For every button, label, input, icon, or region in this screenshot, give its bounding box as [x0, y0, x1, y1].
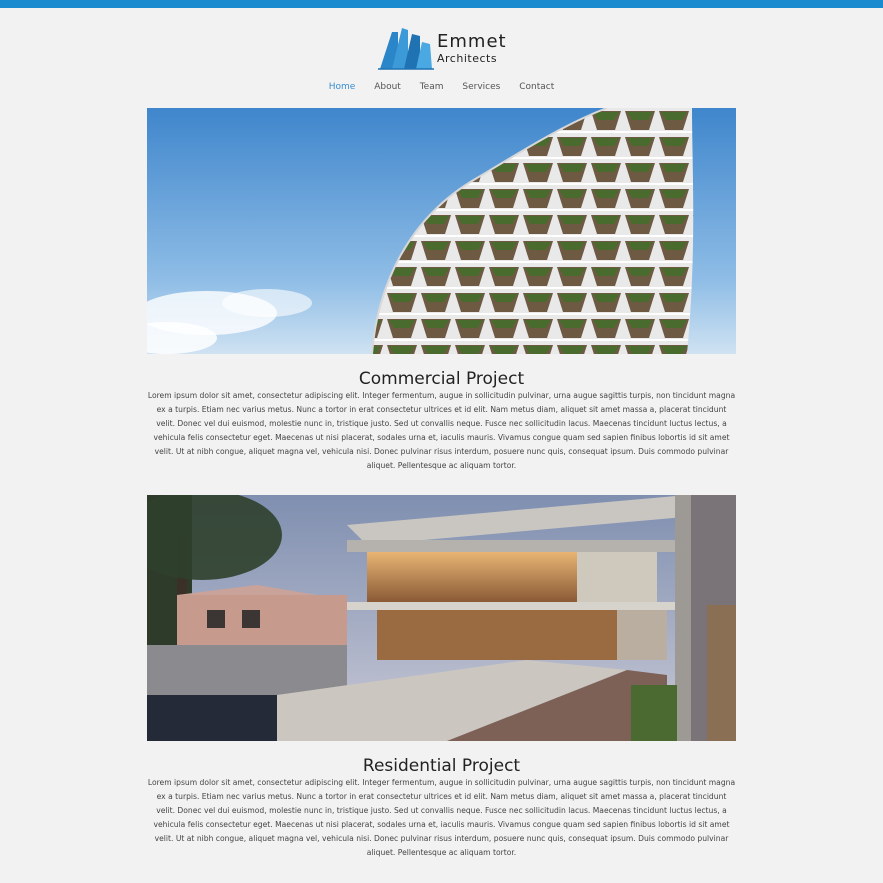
brand-name: Emmet: [437, 31, 507, 52]
section-title-residential: Residential Project: [362, 756, 521, 776]
main-nav: Home About Team Services Contact: [0, 82, 883, 96]
nav-contact[interactable]: Contact: [519, 82, 554, 92]
top-accent-bar: [0, 0, 883, 8]
commercial-project-image: [147, 108, 736, 354]
building-logo-icon: [378, 28, 434, 70]
section-body-residential: Lorem ipsum dolor sit amet, consectetur …: [147, 778, 736, 857]
section-body-commercial: Lorem ipsum dolor sit amet, consectetur …: [147, 391, 736, 470]
residential-project-image: [147, 495, 736, 741]
nav-services[interactable]: Services: [462, 82, 500, 92]
nav-team[interactable]: Team: [420, 82, 444, 92]
section-title-commercial: Commercial Project: [358, 369, 525, 389]
brand-subname: Architects: [437, 52, 498, 65]
brand-logo[interactable]: Emmet Architects: [378, 26, 506, 70]
nav-home[interactable]: Home: [329, 82, 356, 92]
nav-about[interactable]: About: [374, 82, 401, 92]
